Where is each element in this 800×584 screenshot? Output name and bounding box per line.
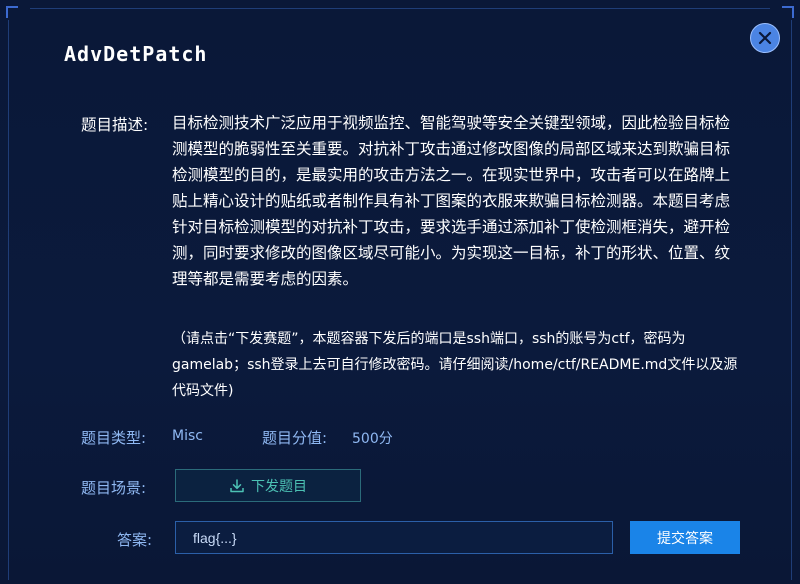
download-icon bbox=[230, 478, 244, 492]
description-label: 题目描述: bbox=[81, 116, 149, 134]
challenge-note: （请点击“下发赛题”，本题容器下发后的端口是ssh端口，ssh的账号为ctf，密… bbox=[172, 331, 738, 399]
challenge-dialog: AdvDetPatch 题目描述: 目标检测技术广泛应用于视频监控、智能驾驶等安… bbox=[0, 0, 800, 584]
dialog-title: AdvDetPatch bbox=[64, 42, 208, 66]
frame-corner-top-right bbox=[782, 6, 794, 18]
frame-top-border bbox=[30, 8, 770, 9]
score-label: 题目分值: bbox=[262, 429, 328, 447]
answer-label: 答案: bbox=[117, 531, 153, 549]
score-value: 500分 bbox=[352, 431, 393, 447]
close-icon bbox=[758, 31, 772, 45]
type-label: 题目类型: bbox=[81, 429, 147, 447]
close-button[interactable] bbox=[750, 23, 780, 53]
frame-corner-top-left bbox=[6, 6, 18, 18]
type-value: Misc bbox=[172, 428, 203, 444]
frame-left-border bbox=[8, 20, 9, 580]
download-challenge-button[interactable]: 下发题目 bbox=[175, 469, 361, 502]
answer-input[interactable] bbox=[175, 521, 613, 554]
download-button-label: 下发题目 bbox=[251, 478, 307, 495]
frame-right-border bbox=[791, 20, 792, 580]
challenge-description: 目标检测技术广泛应用于视频监控、智能驾驶等安全关键型领域，因此检验目标检测模型的… bbox=[172, 114, 731, 288]
submit-answer-button[interactable]: 提交答案 bbox=[630, 521, 740, 554]
scene-label: 题目场景: bbox=[81, 479, 147, 497]
